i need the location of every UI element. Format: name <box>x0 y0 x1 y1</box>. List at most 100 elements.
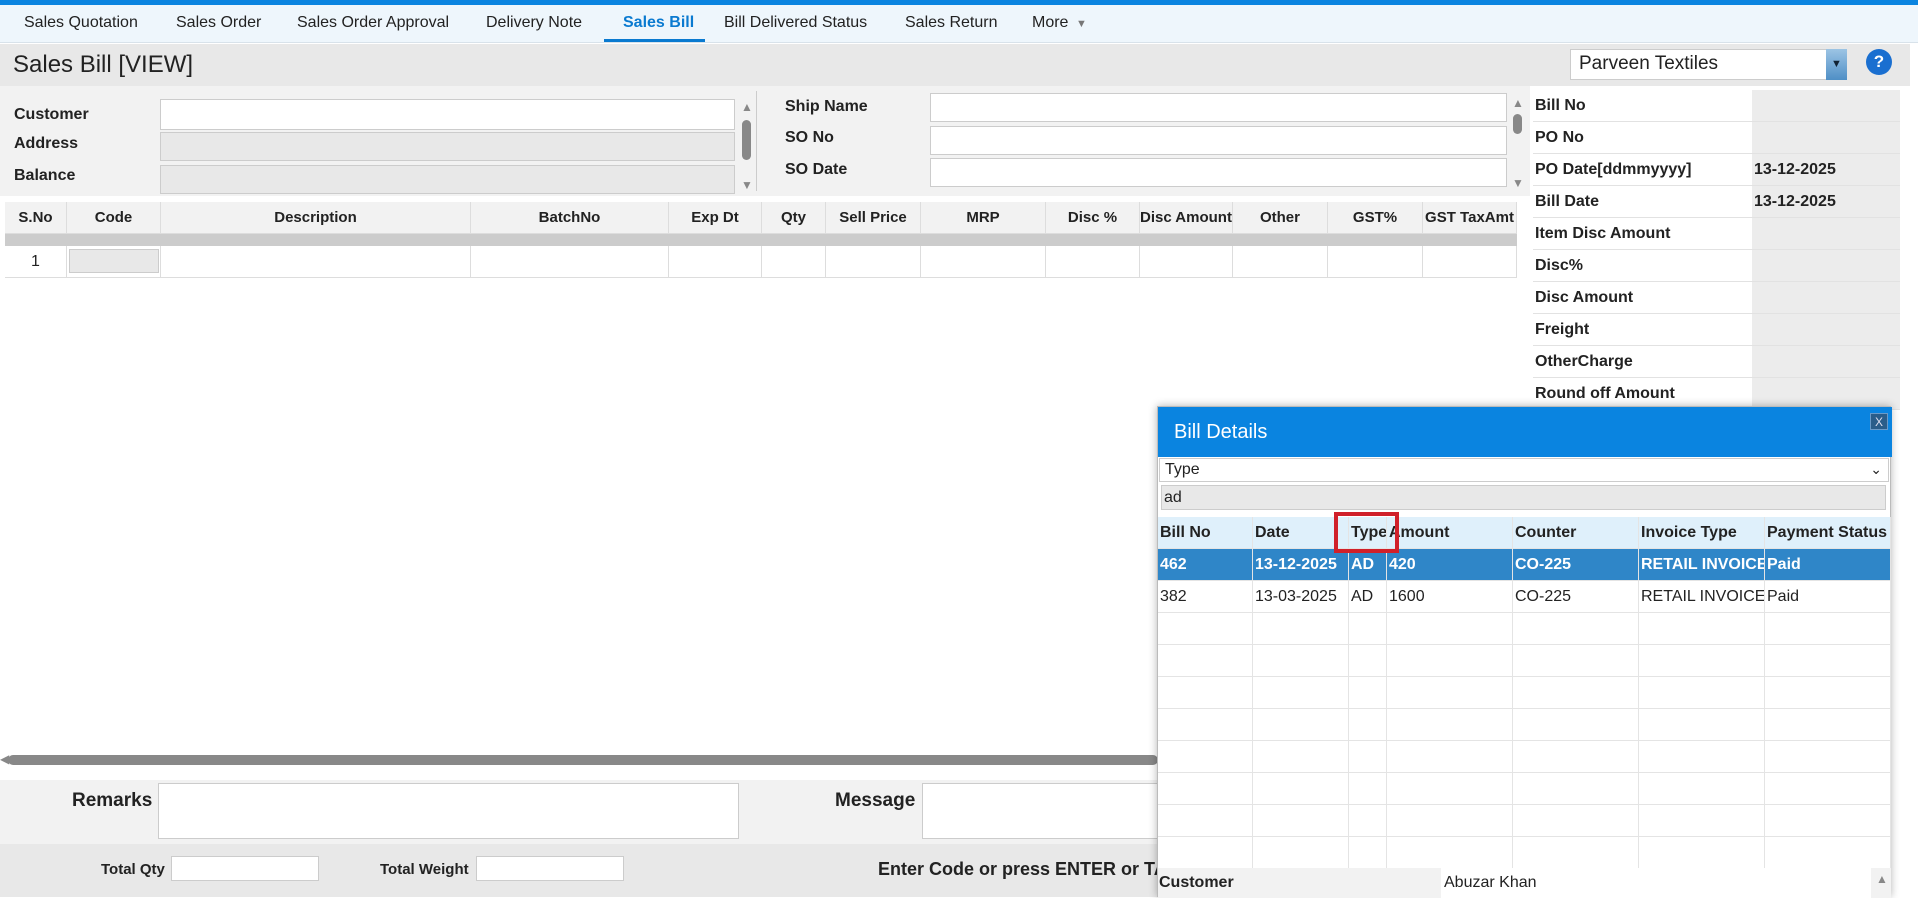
so-no-label: SO No <box>785 129 834 146</box>
table-row[interactable]: 462 13-12-2025 AD 420 CO-225 RETAIL INVOICE Pa… <box>1158 549 1891 581</box>
scroll-up-icon[interactable]: ▲ <box>741 100 753 114</box>
tab-bill-delivered-status[interactable]: Bill Delivered Status <box>724 14 867 32</box>
grid-cell[interactable] <box>826 246 921 278</box>
table-row[interactable] <box>1158 645 1891 677</box>
tab-sales-return[interactable]: Sales Return <box>905 14 998 32</box>
horizontal-scrollbar[interactable] <box>8 755 1158 765</box>
summary-label: OtherCharge <box>1535 353 1633 370</box>
grid-cell[interactable] <box>1233 246 1328 278</box>
column-header[interactable]: Disc % <box>1046 202 1140 234</box>
tab-sales-order-approval[interactable]: Sales Order Approval <box>297 14 449 32</box>
filter-field-select[interactable]: Type ⌄ <box>1159 458 1889 482</box>
table-cell <box>1158 709 1253 741</box>
code-input[interactable] <box>69 249 159 273</box>
remarks-textarea[interactable] <box>158 783 739 839</box>
column-header[interactable]: Bill No <box>1158 517 1253 549</box>
column-header[interactable]: Payment Status <box>1765 517 1891 549</box>
table-row[interactable] <box>1158 805 1891 837</box>
column-header[interactable]: GST TaxAmt <box>1423 202 1517 234</box>
column-header[interactable]: Exp Dt <box>669 202 762 234</box>
summary-value: 13-12-2025 <box>1752 154 1900 185</box>
table-cell <box>1513 805 1639 837</box>
help-icon[interactable]: ? <box>1866 49 1892 75</box>
table-cell <box>1349 741 1387 773</box>
column-header[interactable]: Code <box>67 202 161 234</box>
column-header[interactable]: Sell Price <box>826 202 921 234</box>
summary-label: Freight <box>1535 321 1590 338</box>
ship-name-input[interactable] <box>930 93 1507 122</box>
column-header[interactable]: S.No <box>5 202 67 234</box>
table-row[interactable]: 382 13-03-2025 AD 1600 CO-225 RETAIL INVOICE P… <box>1158 581 1891 613</box>
column-header[interactable]: Invoice Type <box>1639 517 1765 549</box>
grid-cell[interactable] <box>1046 246 1140 278</box>
table-cell <box>1513 709 1639 741</box>
chevron-down-icon[interactable]: ▼ <box>1076 18 1087 30</box>
tab-sales-order[interactable]: Sales Order <box>176 14 261 32</box>
grid-cell[interactable] <box>762 246 826 278</box>
grid-cell[interactable] <box>67 246 161 278</box>
grid-cell[interactable] <box>161 246 471 278</box>
table-cell <box>1513 645 1639 677</box>
search-input[interactable]: ad <box>1161 485 1886 510</box>
column-header[interactable]: Disc Amount <box>1140 202 1233 234</box>
tab-delivery-note[interactable]: Delivery Note <box>486 14 582 32</box>
grid-cell[interactable] <box>1328 246 1423 278</box>
table-cell <box>1158 741 1253 773</box>
totals-bar: Total Qty Total Weight Enter Code or pre… <box>0 844 1180 897</box>
grid-cell[interactable] <box>669 246 762 278</box>
table-row[interactable] <box>1158 773 1891 805</box>
message-label: Message <box>835 790 916 811</box>
column-header[interactable]: Amount <box>1387 517 1513 549</box>
table-cell <box>1513 613 1639 645</box>
column-header[interactable]: Other <box>1233 202 1328 234</box>
column-header[interactable]: GST% <box>1328 202 1423 234</box>
summary-value <box>1752 218 1900 249</box>
table-row[interactable] <box>1158 837 1891 869</box>
column-header[interactable]: Description <box>161 202 471 234</box>
table-cell: Paid <box>1765 581 1891 613</box>
chevron-down-icon[interactable]: ▼ <box>1826 49 1847 80</box>
message-textarea[interactable] <box>922 783 1162 839</box>
summary-label: Bill No <box>1535 97 1586 114</box>
column-header[interactable]: BatchNo <box>471 202 669 234</box>
table-row[interactable] <box>1158 613 1891 645</box>
table-row[interactable] <box>1158 709 1891 741</box>
close-button[interactable]: X <box>1870 413 1888 430</box>
table-cell <box>1387 773 1513 805</box>
table-row[interactable]: 1 <box>5 246 1517 278</box>
table-row[interactable] <box>1158 741 1891 773</box>
so-no-input[interactable] <box>930 126 1507 155</box>
table-cell: 462 <box>1158 549 1253 581</box>
scroll-down-icon[interactable]: ▼ <box>741 178 753 192</box>
column-header[interactable]: Counter <box>1513 517 1639 549</box>
remarks-section: Remarks Message <box>0 780 1162 844</box>
summary-value <box>1752 314 1900 345</box>
scrollbar-thumb[interactable] <box>742 120 751 160</box>
scroll-down-icon[interactable]: ▼ <box>1512 176 1524 190</box>
so-date-input[interactable] <box>930 158 1507 187</box>
company-select[interactable]: Parveen Textiles <box>1570 49 1847 80</box>
table-row[interactable] <box>1158 677 1891 709</box>
table-cell <box>1639 677 1765 709</box>
customer-form: Customer Address Balance ▲ ▼ Ship Name S… <box>0 86 1530 196</box>
scroll-up-icon[interactable]: ▲ <box>1876 872 1888 886</box>
grid-cell[interactable] <box>471 246 669 278</box>
scrollbar-thumb[interactable] <box>1513 114 1522 134</box>
summary-row: OtherCharge <box>1533 346 1900 378</box>
scroll-up-icon[interactable]: ▲ <box>1512 96 1524 110</box>
grid-cell[interactable] <box>1423 246 1517 278</box>
tab-more[interactable]: More <box>1032 14 1068 32</box>
entry-hint: Enter Code or press ENTER or TAB <box>878 859 1180 879</box>
grid-cell[interactable] <box>921 246 1046 278</box>
tab-sales-bill[interactable]: Sales Bill <box>623 14 694 32</box>
customer-input[interactable] <box>160 99 735 130</box>
grid-cell[interactable] <box>1140 246 1233 278</box>
chevron-down-icon: ⌄ <box>1870 461 1882 477</box>
column-header[interactable]: MRP <box>921 202 1046 234</box>
table-cell <box>1639 709 1765 741</box>
balance-field <box>160 165 735 194</box>
table-cell <box>1253 613 1349 645</box>
tab-sales-quotation[interactable]: Sales Quotation <box>24 14 138 32</box>
summary-label: Item Disc Amount <box>1535 225 1671 242</box>
column-header[interactable]: Qty <box>762 202 826 234</box>
